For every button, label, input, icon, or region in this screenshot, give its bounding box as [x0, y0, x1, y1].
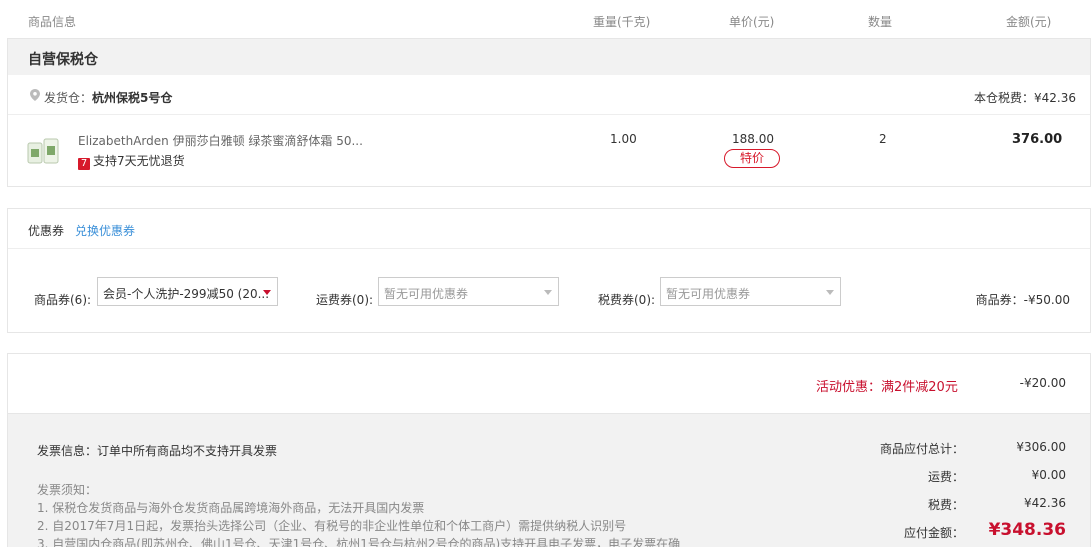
col-amount: 金额(元) [1006, 15, 1052, 29]
invoice-and-totals: 发票信息：订单中所有商品均不支持开具发票 发票须知： 1. 保税仓发货商品与海外… [8, 414, 1090, 547]
exchange-coupon-link[interactable]: 兑换优惠券 [75, 222, 135, 239]
item-unit-price: 188.00 [732, 132, 774, 146]
coupon-title: 优惠券 [28, 224, 65, 238]
invoice-note: 3. 自营国内仓商品(即苏州仓、佛山1号仓、天津1号仓、杭州1号仓与杭州2号仓的… [37, 537, 681, 547]
item-amount: 376.00 [1012, 132, 1063, 147]
warehouse-title-bar: 自营保税仓 [8, 39, 1090, 75]
product-coupon-label: 商品券(6): [34, 293, 92, 307]
shipping-fee-value: ¥0.00 [1031, 468, 1066, 482]
shipping-coupon-selected: 暂无可用优惠券 [384, 287, 469, 301]
special-price-tag: 特价 [724, 149, 780, 168]
shipping-warehouse-row: 发货仓：杭州保税5号仓 本仓税费：¥42.36 [8, 75, 1090, 115]
product-thumbnail[interactable] [26, 135, 62, 167]
tax-fee-value: ¥42.36 [1024, 496, 1066, 510]
goods-total-value: ¥306.00 [1016, 440, 1066, 454]
chevron-down-icon [544, 290, 552, 295]
shipping-warehouse-label: 发货仓：杭州保税5号仓 [44, 91, 173, 105]
chevron-down-icon [263, 290, 271, 295]
promotion-value: -¥20.00 [1019, 376, 1066, 390]
item-quantity: 2 [879, 132, 887, 146]
payable-label: 应付金额： [903, 526, 964, 540]
order-summary: 活动优惠：满2件减20元 -¥20.00 发票信息：订单中所有商品均不支持开具发… [7, 353, 1091, 547]
coupon-section: 优惠券 兑换优惠券 商品券(6): 会员-个人洗护-299减50 (20... … [7, 208, 1091, 333]
product-name-link[interactable]: ElizabethArden 伊丽莎白雅顿 绿茶蜜滴舒体霜 50... [78, 132, 363, 149]
col-quantity: 数量 [868, 15, 893, 29]
product-coupon-selected: 会员-个人洗护-299减50 (20... [103, 287, 270, 301]
invoice-note: 1. 保税仓发货商品与海外仓发货商品属跨境海外商品，无法开具国内发票 [37, 501, 425, 515]
item-weight: 1.00 [610, 132, 637, 146]
refund-policy-text: 支持7天无忧退货 [93, 154, 185, 168]
coupon-discount-total: 商品券：-¥50.00 [975, 293, 1070, 307]
col-product-info: 商品信息 [28, 15, 77, 29]
shipping-warehouse-value: 杭州保税5号仓 [92, 91, 173, 105]
product-coupon-select[interactable]: 会员-个人洗护-299减50 (20... [97, 277, 278, 306]
shipping-coupon-label: 运费券(0): [316, 293, 374, 307]
tax-fee-label: 税费： [927, 498, 964, 512]
refund-policy: 7 支持7天无忧退货 [78, 152, 185, 170]
cart-item: ElizabethArden 伊丽莎白雅顿 绿茶蜜滴舒体霜 50... 7 支持7… [8, 115, 1090, 187]
promotion-label: 活动优惠：满2件减20元 [816, 380, 958, 395]
tax-coupon-selected: 暂无可用优惠券 [666, 287, 751, 301]
invoice-notes-title: 发票须知： [37, 483, 98, 497]
goods-total-label: 商品应付总计： [879, 442, 964, 456]
coupon-header: 优惠券 兑换优惠券 [8, 209, 1090, 249]
warehouse-title: 自营保税仓 [28, 52, 98, 68]
tax-coupon-select[interactable]: 暂无可用优惠券 [660, 277, 841, 306]
shipping-coupon-select[interactable]: 暂无可用优惠券 [378, 277, 559, 306]
chevron-down-icon [826, 290, 834, 295]
refund-badge-icon: 7 [78, 158, 90, 170]
invoice-note: 2. 自2017年7月1日起，发票抬头选择公司（企业、有税号的非企业性单位和个体… [37, 519, 627, 533]
promotion-row: 活动优惠：满2件减20元 -¥20.00 [8, 354, 1090, 414]
invoice-info: 发票信息：订单中所有商品均不支持开具发票 [37, 444, 278, 458]
warehouse-section: 自营保税仓 发货仓：杭州保税5号仓 本仓税费：¥42.36 ElizabethA… [7, 38, 1091, 187]
column-header: 商品信息 重量(千克) 单价(元) 数量 金额(元) [0, 0, 1091, 40]
col-unit-price: 单价(元) [729, 15, 775, 29]
location-pin-icon [30, 89, 40, 101]
col-weight: 重量(千克) [593, 15, 651, 29]
warehouse-tax: 本仓税费：¥42.36 [974, 91, 1076, 105]
tax-coupon-label: 税费券(0): [598, 293, 656, 307]
shipping-fee-label: 运费： [927, 470, 964, 484]
payable-value: ¥348.36 [988, 520, 1066, 540]
